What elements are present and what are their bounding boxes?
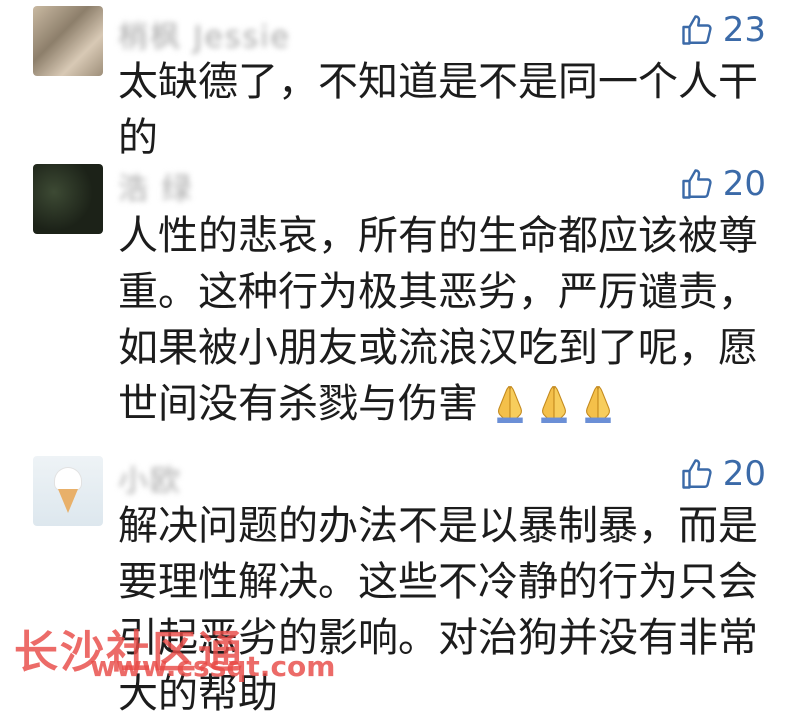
thumbs-up-icon (682, 169, 712, 199)
folded-hands-icon (540, 386, 567, 423)
thumbs-up-icon (682, 15, 712, 45)
ice-cream-cone (58, 489, 78, 513)
like-count: 20 (722, 454, 766, 494)
folded-hands-icon (584, 386, 611, 423)
avatar[interactable] (33, 456, 103, 526)
comment-text: 人性的悲哀，所有的生命都应该被尊重。这种行为极其恶劣，严厉谴责，如果被小朋友或流… (118, 208, 758, 432)
avatar[interactable] (33, 6, 103, 76)
comment-item: 浩 绿 20 人性的悲哀，所有的生命都应该被尊重。这种行为极其恶劣，严厉谴责，如… (0, 150, 800, 450)
like-count: 23 (722, 10, 766, 50)
comment-text-body: 人性的悲哀，所有的生命都应该被尊重。这种行为极其恶劣，严厉谴责，如果被小朋友或流… (118, 213, 758, 427)
commenter-name[interactable]: 浩 绿 (118, 164, 194, 208)
like-count: 20 (722, 164, 766, 204)
like-button[interactable]: 20 (679, 164, 766, 204)
like-button[interactable]: 20 (679, 454, 766, 494)
avatar[interactable] (33, 164, 103, 234)
folded-hands-icon (496, 386, 523, 423)
comment-text: 解决问题的办法不是以暴制暴，而是要理性解决。这些不冷静的行为只会引起恶劣的影响。… (118, 503, 758, 717)
watermark-url: www.cssqt.com (90, 650, 336, 683)
commenter-name[interactable]: 梢枫 Jessie (118, 12, 291, 56)
like-button[interactable]: 23 (679, 10, 766, 50)
thumbs-up-icon (682, 459, 712, 489)
ice-cream-icon (55, 468, 81, 490)
comment-item: 梢枫 Jessie 23 太缺德了，不知道是不是同一个人干的 (0, 0, 800, 161)
commenter-name[interactable]: 小欧 (118, 456, 182, 500)
